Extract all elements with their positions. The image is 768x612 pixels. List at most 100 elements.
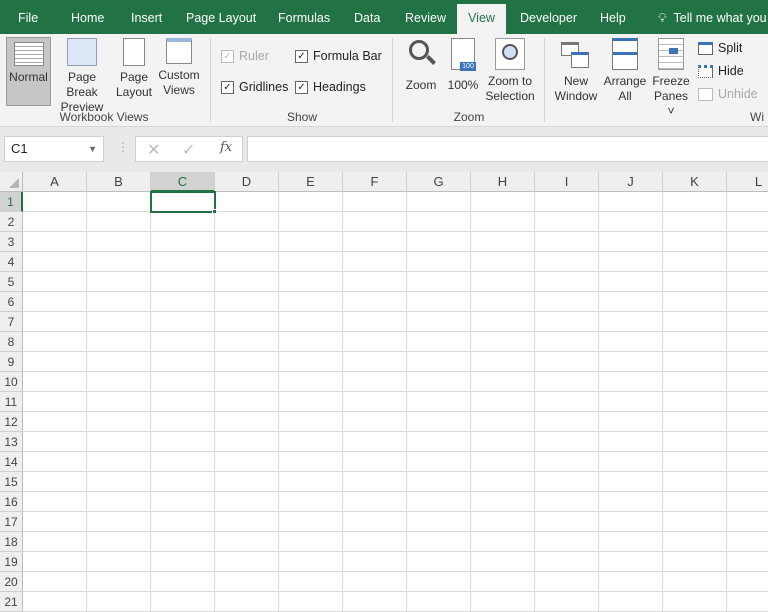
cell-K18[interactable] <box>663 532 727 552</box>
cell-G12[interactable] <box>407 412 471 432</box>
cell-G3[interactable] <box>407 232 471 252</box>
tab-insert[interactable]: Insert <box>123 4 170 34</box>
cell-G18[interactable] <box>407 532 471 552</box>
cell-D4[interactable] <box>215 252 279 272</box>
cell-C3[interactable] <box>151 232 215 252</box>
cell-D17[interactable] <box>215 512 279 532</box>
cell-F13[interactable] <box>343 432 407 452</box>
cell-J5[interactable] <box>599 272 663 292</box>
cell-L14[interactable] <box>727 452 768 472</box>
cell-C16[interactable] <box>151 492 215 512</box>
cell-H10[interactable] <box>471 372 535 392</box>
cell-D10[interactable] <box>215 372 279 392</box>
row-header-17[interactable]: 17 <box>0 512 23 532</box>
freeze-panes-button[interactable]: Freeze Panes ˅ <box>649 38 693 119</box>
tab-developer[interactable]: Developer <box>512 4 585 34</box>
cell-F18[interactable] <box>343 532 407 552</box>
cell-B6[interactable] <box>87 292 151 312</box>
cell-I21[interactable] <box>535 592 599 612</box>
cell-H4[interactable] <box>471 252 535 272</box>
cell-C9[interactable] <box>151 352 215 372</box>
cell-G19[interactable] <box>407 552 471 572</box>
cell-J9[interactable] <box>599 352 663 372</box>
tab-help[interactable]: Help <box>592 4 634 34</box>
cell-H7[interactable] <box>471 312 535 332</box>
cell-H2[interactable] <box>471 212 535 232</box>
cell-A1[interactable] <box>23 192 87 212</box>
cell-K7[interactable] <box>663 312 727 332</box>
enter-check-icon[interactable]: ✓ <box>182 140 195 160</box>
split-button[interactable]: Split <box>698 41 742 55</box>
cancel-icon[interactable]: ✕ <box>147 140 160 160</box>
cell-D19[interactable] <box>215 552 279 572</box>
cell-G5[interactable] <box>407 272 471 292</box>
row-header-18[interactable]: 18 <box>0 532 23 552</box>
custom-views-button[interactable]: Custom Views <box>155 38 203 98</box>
row-header-13[interactable]: 13 <box>0 432 23 452</box>
cell-J21[interactable] <box>599 592 663 612</box>
cell-A3[interactable] <box>23 232 87 252</box>
cell-C14[interactable] <box>151 452 215 472</box>
cell-L11[interactable] <box>727 392 768 412</box>
cell-L17[interactable] <box>727 512 768 532</box>
row-header-20[interactable]: 20 <box>0 572 23 592</box>
cell-G13[interactable] <box>407 432 471 452</box>
cell-E19[interactable] <box>279 552 343 572</box>
cell-B10[interactable] <box>87 372 151 392</box>
row-header-5[interactable]: 5 <box>0 272 23 292</box>
new-window-button[interactable]: New Window <box>551 38 601 104</box>
cell-J14[interactable] <box>599 452 663 472</box>
cell-A14[interactable] <box>23 452 87 472</box>
cell-C11[interactable] <box>151 392 215 412</box>
cell-C20[interactable] <box>151 572 215 592</box>
cell-C10[interactable] <box>151 372 215 392</box>
cell-B13[interactable] <box>87 432 151 452</box>
cell-K17[interactable] <box>663 512 727 532</box>
cell-B15[interactable] <box>87 472 151 492</box>
normal-view-button[interactable]: Normal <box>6 37 51 106</box>
zoom-100-button[interactable]: 100 100% <box>445 38 481 93</box>
column-header-C[interactable]: C <box>151 172 215 192</box>
tab-data[interactable]: Data <box>346 4 388 34</box>
cell-B2[interactable] <box>87 212 151 232</box>
unhide-button[interactable]: Unhide <box>698 87 758 101</box>
row-header-9[interactable]: 9 <box>0 352 23 372</box>
cell-E15[interactable] <box>279 472 343 492</box>
column-header-B[interactable]: B <box>87 172 151 192</box>
cell-I3[interactable] <box>535 232 599 252</box>
fill-handle[interactable] <box>212 209 217 214</box>
column-header-J[interactable]: J <box>599 172 663 192</box>
cell-G9[interactable] <box>407 352 471 372</box>
cell-H6[interactable] <box>471 292 535 312</box>
cell-F15[interactable] <box>343 472 407 492</box>
cell-D8[interactable] <box>215 332 279 352</box>
cell-I13[interactable] <box>535 432 599 452</box>
cell-B21[interactable] <box>87 592 151 612</box>
tab-review[interactable]: Review <box>397 4 454 34</box>
column-header-E[interactable]: E <box>279 172 343 192</box>
cell-A13[interactable] <box>23 432 87 452</box>
cell-B3[interactable] <box>87 232 151 252</box>
cell-C8[interactable] <box>151 332 215 352</box>
cell-L10[interactable] <box>727 372 768 392</box>
cell-J17[interactable] <box>599 512 663 532</box>
headings-checkbox[interactable]: ✓ Headings <box>295 80 366 94</box>
cell-J8[interactable] <box>599 332 663 352</box>
cell-F20[interactable] <box>343 572 407 592</box>
cell-A15[interactable] <box>23 472 87 492</box>
cell-D7[interactable] <box>215 312 279 332</box>
cell-L3[interactable] <box>727 232 768 252</box>
cell-G21[interactable] <box>407 592 471 612</box>
cell-H17[interactable] <box>471 512 535 532</box>
cell-H3[interactable] <box>471 232 535 252</box>
cell-I5[interactable] <box>535 272 599 292</box>
cell-G15[interactable] <box>407 472 471 492</box>
cell-I6[interactable] <box>535 292 599 312</box>
cell-C13[interactable] <box>151 432 215 452</box>
cell-L20[interactable] <box>727 572 768 592</box>
cell-C15[interactable] <box>151 472 215 492</box>
cell-L13[interactable] <box>727 432 768 452</box>
cell-G10[interactable] <box>407 372 471 392</box>
cell-G11[interactable] <box>407 392 471 412</box>
cell-C17[interactable] <box>151 512 215 532</box>
